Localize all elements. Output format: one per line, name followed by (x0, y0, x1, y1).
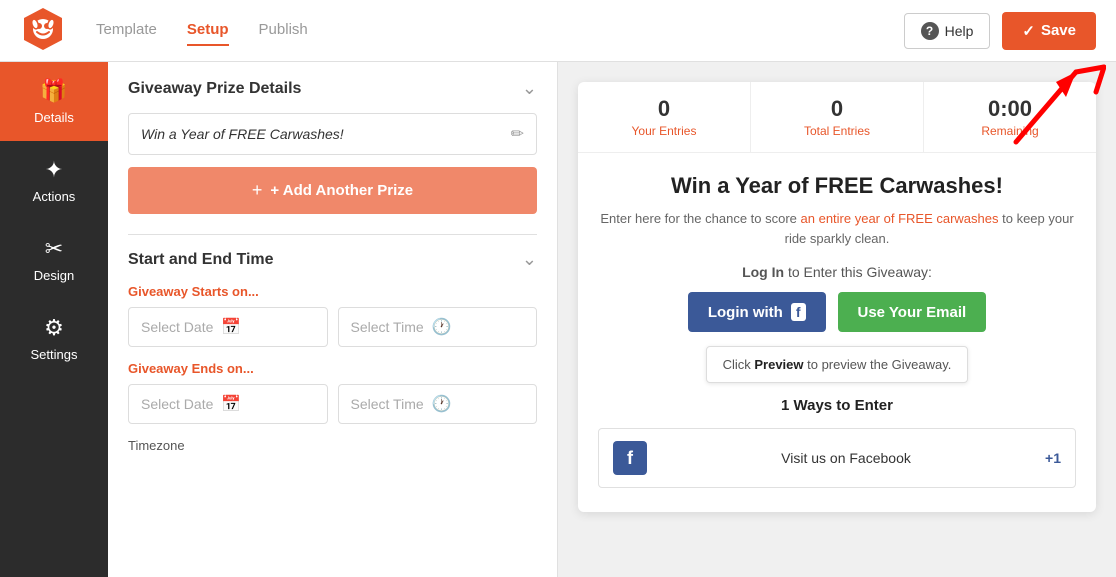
total-entries-label: Total Entries (761, 124, 913, 138)
stats-row: 0 Your Entries 0 Total Entries 0:00 Rema… (578, 82, 1096, 153)
sidebar-item-actions[interactable]: ✦ Actions (0, 141, 108, 220)
starts-time-text: Select Time (351, 319, 424, 335)
ends-date-text: Select Date (141, 396, 213, 412)
checkmark-icon: ✓ (1022, 22, 1035, 40)
main-layout: 🎁 Details ✦ Actions ✂ Design ⚙ Settings … (0, 62, 1116, 577)
start-end-title: Start and End Time (128, 251, 274, 269)
actions-icon: ✦ (45, 157, 63, 183)
sidebar-label-actions: Actions (33, 189, 76, 204)
header-actions: ? Help ✓ Save (904, 12, 1096, 50)
timezone-label: Timezone (128, 438, 537, 453)
preview-tooltip: Click Preview to preview the Giveaway. (706, 346, 969, 383)
prize-input-row: Win a Year of FREE Carwashes! ✏ (128, 113, 537, 155)
login-with-label: Login with (708, 304, 783, 321)
start-end-chevron[interactable]: ⌄ (522, 249, 537, 270)
preview-title: Win a Year of FREE Carwashes! (598, 173, 1076, 199)
fb-plus-one: +1 (1045, 450, 1061, 466)
giveaway-ends-section: Giveaway Ends on... Select Date 📅 Select… (128, 361, 537, 424)
sidebar-item-design[interactable]: ✂ Design (0, 220, 108, 299)
prize-details-title: Giveaway Prize Details (128, 80, 301, 98)
nav-tabs: Template Setup Publish (96, 15, 904, 46)
preview-description: Enter here for the chance to score an en… (598, 209, 1076, 248)
total-entries-value: 0 (761, 96, 913, 122)
help-label: Help (945, 23, 974, 39)
prize-text: Win a Year of FREE Carwashes! (141, 126, 511, 142)
add-prize-button[interactable]: + + Add Another Prize (128, 167, 537, 214)
facebook-login-button[interactable]: Login with f (688, 292, 826, 332)
plus-icon: + (252, 180, 263, 201)
settings-icon: ⚙ (44, 315, 64, 341)
help-icon: ? (921, 22, 939, 40)
save-button[interactable]: ✓ Save (1002, 12, 1096, 50)
calendar-icon-start: 📅 (221, 317, 241, 337)
stat-total-entries: 0 Total Entries (751, 82, 924, 152)
sidebar-label-details: Details (34, 110, 74, 125)
edit-icon[interactable]: ✏ (511, 124, 524, 144)
tab-setup[interactable]: Setup (187, 15, 229, 46)
stat-your-entries: 0 Your Entries (578, 82, 751, 152)
sidebar-label-design: Design (34, 268, 74, 283)
tab-template[interactable]: Template (96, 15, 157, 46)
tab-publish[interactable]: Publish (259, 15, 308, 46)
desc-highlight: an entire year of FREE carwashes (801, 211, 999, 226)
giveaway-starts-section: Giveaway Starts on... Select Date 📅 Sele… (128, 284, 537, 347)
clock-icon-start: 🕐 (432, 317, 452, 337)
right-panel: 0 Your Entries 0 Total Entries 0:00 Rema… (558, 62, 1116, 577)
facebook-icon: f (791, 303, 806, 321)
calendar-icon-end: 📅 (221, 394, 241, 414)
logo (20, 6, 66, 55)
prize-details-chevron[interactable]: ⌄ (522, 78, 537, 99)
your-entries-value: 0 (588, 96, 740, 122)
fb-visit-text: Visit us on Facebook (659, 450, 1033, 466)
login-buttons: Login with f Use Your Email (598, 292, 1076, 332)
help-button[interactable]: ? Help (904, 13, 991, 49)
ends-date-input[interactable]: Select Date 📅 (128, 384, 328, 424)
stat-remaining: 0:00 Remaining (924, 82, 1096, 152)
facebook-box-icon: f (613, 441, 647, 475)
start-end-section-header: Start and End Time ⌄ (128, 249, 537, 270)
starts-time-input[interactable]: Select Time 🕐 (338, 307, 538, 347)
starts-label: Giveaway Starts on... (128, 284, 537, 299)
prize-details-section-header: Giveaway Prize Details ⌄ (128, 78, 537, 99)
preview-content: Win a Year of FREE Carwashes! Enter here… (578, 153, 1096, 512)
section-divider (128, 234, 537, 235)
clock-icon-end: 🕐 (432, 394, 452, 414)
starts-date-time-row: Select Date 📅 Select Time 🕐 (128, 307, 537, 347)
ends-time-input[interactable]: Select Time 🕐 (338, 384, 538, 424)
left-panel: Giveaway Prize Details ⌄ Win a Year of F… (108, 62, 558, 577)
sidebar-label-settings: Settings (31, 347, 78, 362)
gift-icon: 🎁 (40, 78, 67, 104)
email-login-button[interactable]: Use Your Email (838, 292, 987, 332)
ways-to-enter: 1 Ways to Enter (598, 397, 1076, 414)
header: Template Setup Publish ? Help ✓ Save (0, 0, 1116, 62)
starts-date-text: Select Date (141, 319, 213, 335)
design-icon: ✂ (45, 236, 63, 262)
ends-date-time-row: Select Date 📅 Select Time 🕐 (128, 384, 537, 424)
remaining-label: Remaining (934, 124, 1086, 138)
add-prize-label: + Add Another Prize (270, 182, 413, 199)
ends-label: Giveaway Ends on... (128, 361, 537, 376)
sidebar-item-details[interactable]: 🎁 Details (0, 62, 108, 141)
sidebar: 🎁 Details ✦ Actions ✂ Design ⚙ Settings (0, 62, 108, 577)
remaining-value: 0:00 (934, 96, 1086, 122)
fb-visit-row[interactable]: f Visit us on Facebook +1 (598, 428, 1076, 488)
save-label: Save (1041, 22, 1076, 39)
sidebar-item-settings[interactable]: ⚙ Settings (0, 299, 108, 378)
ends-time-text: Select Time (351, 396, 424, 412)
email-login-label: Use Your Email (858, 304, 967, 321)
preview-card: 0 Your Entries 0 Total Entries 0:00 Rema… (578, 82, 1096, 512)
your-entries-label: Your Entries (588, 124, 740, 138)
login-prompt: Log In to Enter this Giveaway: (598, 264, 1076, 280)
starts-date-input[interactable]: Select Date 📅 (128, 307, 328, 347)
